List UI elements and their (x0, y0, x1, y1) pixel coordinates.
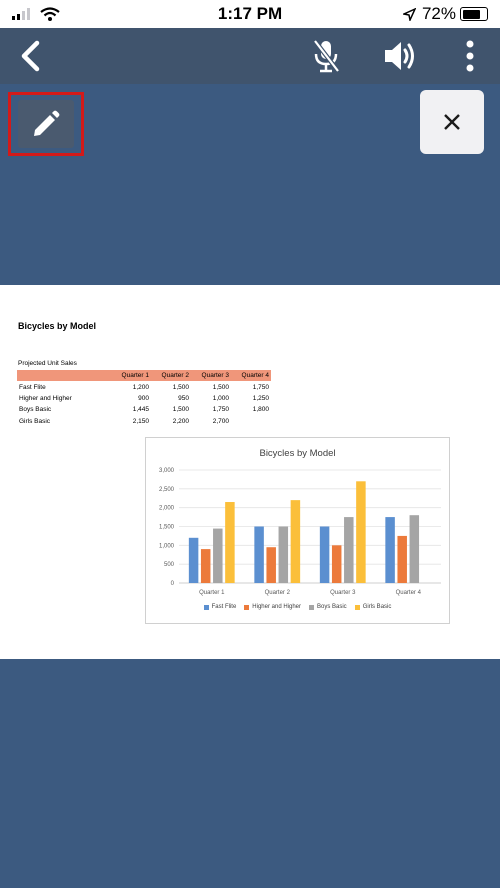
table-row: Higher and Higher 900 950 1,000 1,250 (17, 393, 271, 404)
table-cell: 1,800 (252, 406, 269, 414)
row-label: Higher and Higher (19, 394, 72, 402)
chart-bar (266, 547, 276, 583)
legend-swatch (354, 604, 360, 610)
table-row: Boys Basic 1,445 1,500 1,750 1,800 (17, 404, 271, 415)
table-header-cell: Quarter 1 (111, 370, 151, 382)
toolbar (0, 28, 500, 84)
table-caption: Projected Unit Sales (18, 360, 77, 367)
legend-item: Fast Flite (203, 604, 237, 610)
table-row: Fast Flite 1,200 1,500 1,500 1,750 (17, 381, 271, 392)
chart-bar (213, 528, 223, 583)
chart-bar (188, 537, 199, 583)
table-cell: 1,250 (252, 394, 269, 402)
table-cell (231, 416, 271, 427)
x-tick-label: Quarter 1 (199, 590, 225, 596)
close-icon (444, 114, 460, 130)
legend-label: Boys Basic (317, 604, 347, 610)
edit-button-inner (18, 100, 74, 148)
chart-bar (397, 535, 407, 583)
sales-table: Quarter 1 Quarter 2 Quarter 3 Quarter 4 … (17, 370, 271, 427)
table-header-row: Quarter 1 Quarter 2 Quarter 3 Quarter 4 (17, 370, 271, 382)
table-header-cell: Quarter 4 (231, 370, 271, 382)
table-cell: 1,500 (172, 383, 189, 391)
table-cell: 2,150 (132, 417, 149, 425)
chart-bar (385, 517, 395, 583)
x-tick-label: Quarter 4 (396, 590, 422, 596)
legend-label: Higher and Higher (252, 604, 301, 610)
table-cell: 1,500 (172, 406, 189, 414)
table-cell: 1,200 (132, 383, 149, 391)
y-tick-label: 2,500 (159, 487, 175, 493)
battery-percent: 72% (421, 4, 456, 23)
chart-legend: Fast Flite Higher and Higher Boys Basic Gir… (146, 604, 449, 610)
legend-label: Girls Basic (362, 604, 392, 610)
status-right: 72% (402, 4, 488, 24)
table-cell: 1,000 (212, 394, 229, 402)
table-header-cell: Quarter 3 (191, 370, 231, 382)
more-button[interactable] (455, 34, 485, 78)
chart-bar (356, 481, 366, 583)
mic-off-icon (313, 39, 340, 73)
chart-bar (344, 517, 354, 583)
chevron-left-icon (21, 40, 40, 72)
chart-bar (409, 515, 420, 583)
legend-swatch (203, 604, 209, 610)
more-vertical-icon (466, 40, 474, 72)
mute-button[interactable] (306, 34, 346, 78)
y-tick-label: 500 (164, 562, 175, 568)
table-row: Girls Basic 2,150 2,200 2,700 (17, 416, 271, 427)
bar-chart: 0 500 1,000 1,500 2,000 2,500 3,000 Quarter 1 Qu… (159, 468, 441, 596)
y-tick-label: 3,000 (159, 468, 175, 474)
table-header-cell: Quarter 2 (151, 370, 191, 382)
row-label: Boys Basic (19, 406, 52, 414)
legend-swatch (244, 604, 250, 610)
document-title: Bicycles by Model (18, 321, 97, 331)
table-cell: 900 (138, 394, 149, 402)
table-header-corner (17, 370, 111, 382)
legend-item: Girls Basic (354, 604, 392, 610)
row-label: Fast Flite (19, 383, 46, 391)
chart-bar (225, 502, 235, 583)
table-cell: 1,500 (212, 383, 229, 391)
table-cell: 1,445 (132, 406, 149, 414)
chart-bar (290, 500, 301, 583)
x-tick-label: Quarter 3 (330, 590, 356, 596)
y-tick-label: 2,000 (159, 506, 175, 512)
chart-bar (319, 526, 330, 583)
table-cell: 2,200 (172, 417, 189, 425)
speaker-icon (385, 42, 414, 70)
table-cell: 2,700 (212, 417, 229, 425)
pencil-icon (34, 110, 60, 136)
document-preview: Bicycles by Model Projected Unit Sales Q… (0, 285, 500, 659)
chart-bar (254, 526, 264, 583)
y-tick-label: 1,500 (159, 525, 175, 531)
chart-bar (331, 545, 342, 583)
table-cell: 950 (178, 394, 189, 402)
legend-item: Boys Basic (309, 604, 347, 610)
status-bar: 1:17 PM 72% (0, 0, 500, 28)
row-label: Girls Basic (19, 417, 51, 425)
chart-bar (278, 526, 289, 583)
chart-bar (200, 549, 211, 583)
legend-label: Fast Flite (211, 604, 237, 610)
legend-item: Higher and Higher (244, 604, 301, 610)
y-tick-label: 1,000 (159, 543, 175, 549)
chart-container: Bicycles by Model 0 500 1,000 1,500 2,000 2,5… (145, 437, 450, 624)
table-cell: 1,750 (212, 406, 229, 414)
y-tick-label: 0 (171, 581, 175, 587)
edit-button[interactable] (8, 92, 84, 156)
location-arrow-icon (402, 7, 416, 21)
close-button[interactable] (420, 90, 484, 154)
battery-icon (460, 7, 488, 21)
legend-swatch (309, 604, 314, 610)
back-button[interactable] (10, 34, 50, 78)
table-cell: 1,750 (252, 383, 269, 391)
speaker-button[interactable] (378, 34, 422, 78)
x-tick-label: Quarter 2 (265, 590, 291, 596)
